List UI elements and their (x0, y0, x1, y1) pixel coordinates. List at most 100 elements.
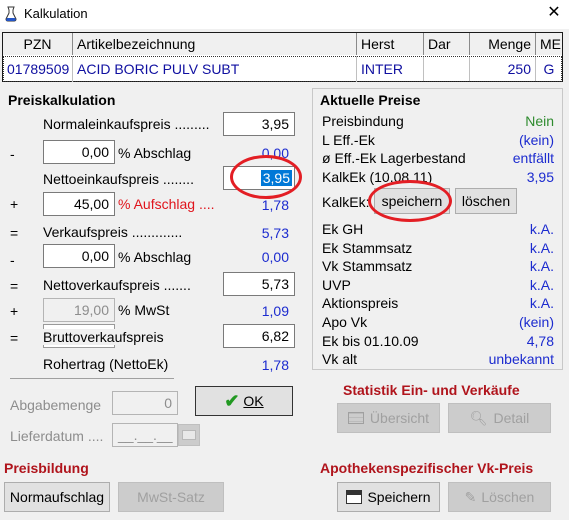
price-row: Preisbindung Nein (322, 112, 554, 131)
price-row: Apo Vk (kein) (322, 313, 554, 332)
price-value: (kein) (518, 131, 554, 148)
column-header-me[interactable]: ME (536, 33, 562, 55)
price-label: Vk alt (322, 351, 358, 368)
kalkek-label: KalkEk: (322, 194, 370, 210)
price-value: entfällt (512, 150, 554, 167)
abgabemenge-field: 0 (112, 391, 178, 415)
price-value: k.A. (529, 258, 554, 275)
price-value: k.A. (529, 239, 554, 256)
abschlag1-input[interactable]: 0,00 (43, 140, 115, 164)
netto-vk-label: Nettoverkaufspreis ....... (43, 277, 191, 293)
separator (10, 378, 174, 379)
price-value: 4,78 (526, 332, 554, 349)
price-value: (kein) (518, 313, 554, 330)
price-row: Ek bis 01.10.09 4,78 (322, 332, 554, 351)
price-row: L Eff.-Ek (kein) (322, 131, 554, 150)
price-value: Nein (525, 113, 554, 129)
column-header-dar[interactable]: Dar (424, 33, 470, 55)
rohertrag-value: 1,78 (261, 357, 289, 373)
app-icon (5, 6, 17, 22)
calendar-icon (178, 424, 200, 446)
vk-label: Verkaufspreis ............. (43, 224, 183, 240)
column-header-menge[interactable]: Menge (470, 33, 536, 55)
eraser-icon: ✎ (464, 488, 477, 505)
price-label: Apo Vk (322, 313, 368, 330)
price-label: Ek bis 01.10.09 (322, 332, 419, 349)
price-label: UVP (322, 276, 351, 293)
aufschlag-label: % Aufschlag .... (118, 196, 215, 212)
abschlag1-label: % Abschlag (118, 145, 192, 161)
equals-sign: = (10, 278, 19, 294)
checkmark-icon: ✔ (224, 390, 240, 411)
price-label: Vk Stammsatz (322, 258, 413, 275)
netto-ek-label: Nettoeinkaufspreis ........ (43, 171, 194, 187)
price-row: UVP k.A. (322, 276, 554, 295)
kalkek-delete-button[interactable]: löschen (455, 188, 517, 214)
price-row: Aktionspreis k.A. (322, 294, 554, 313)
detail-button: 🔍︎ Detail (448, 403, 551, 433)
price-row: ø Eff.-Ek Lagerbestand entfällt (322, 149, 554, 168)
price-value: 3,95 (526, 168, 554, 185)
save-icon (346, 490, 363, 504)
mwst-value: 1,09 (261, 303, 289, 319)
article-table: PZN Artikelbezeichnung Herst Dar Menge M… (2, 32, 563, 82)
section-title-statistik: Statistik Ein- und Verkäufe (343, 382, 520, 398)
price-value: unbekannt (488, 351, 554, 368)
abschlag2-value: 0,00 (261, 249, 289, 265)
mwst-input: 19,00 (43, 298, 115, 322)
brutto-field[interactable]: 6,82 (223, 324, 295, 348)
table-row-focus (3, 56, 562, 82)
price-value: k.A. (529, 295, 554, 312)
minus-sign: - (10, 252, 15, 268)
price-row: Vk Stammsatz k.A. (322, 257, 554, 276)
section-title-preiskalkulation: Preiskalkulation (8, 92, 116, 108)
price-row: Ek Stammsatz k.A. (322, 239, 554, 258)
equals-sign: = (10, 225, 19, 241)
magnifier-icon: 🔍︎ (469, 409, 488, 426)
highlight-circle (230, 155, 302, 199)
window-title: Kalkulation (24, 6, 88, 21)
mwst-label: % MwSt (118, 302, 170, 318)
price-label: L Eff.-Ek (322, 131, 375, 148)
column-header-pzn[interactable]: PZN (3, 33, 73, 55)
lieferdatum-field: __.__.__ (112, 423, 178, 447)
abschlag2-input[interactable]: 0,00 (43, 244, 115, 268)
brutto-label: Bruttoverkaufspreis (43, 329, 166, 345)
price-label: Preisbindung (322, 113, 404, 129)
normaufschlag-button[interactable]: Normaufschlag (4, 482, 110, 512)
equals-sign: = (10, 330, 19, 346)
prices-list-bottom: Ek GH k.A. Ek Stammsatz k.A. Vk Stammsatz k.A… (322, 220, 554, 369)
lieferdatum-label: Lieferdatum .... (10, 428, 104, 444)
section-title-apotheke: Apothekenspezifischer Vk-Preis (320, 460, 534, 476)
normal-ek-label: Normaleinkaufspreis ......... (43, 116, 210, 132)
vk-value: 5,73 (261, 225, 289, 241)
price-row: Ek GH k.A. (322, 220, 554, 239)
abschlag2-label: % Abschlag (118, 249, 192, 265)
column-header-herst[interactable]: Herst (357, 33, 424, 55)
highlight-circle (368, 180, 452, 222)
price-label: Aktionspreis (322, 295, 399, 312)
price-row: Vk alt unbekannt (322, 350, 554, 369)
minus-sign: - (10, 146, 15, 162)
section-title-aktuelle-preise: Aktuelle Preise (320, 92, 421, 108)
price-label: Ek GH (322, 221, 364, 237)
aufschlag-input[interactable]: 45,00 (43, 192, 115, 216)
price-row: KalkEk (10.08.11) 3,95 (322, 168, 554, 187)
plus-sign: + (10, 196, 19, 212)
table-icon (347, 412, 364, 424)
price-value: k.A. (529, 276, 554, 293)
section-title-preisbildung: Preisbildung (4, 460, 89, 476)
normal-ek-field[interactable]: 3,95 (223, 112, 295, 136)
apotheke-save-button[interactable]: Speichern (337, 482, 440, 512)
price-label: ø Eff.-Ek Lagerbestand (322, 150, 466, 167)
prices-list-top: Preisbindung Nein L Eff.-Ek (kein) ø Eff.-Ek… (322, 112, 554, 186)
plus-sign: + (10, 303, 19, 319)
uebersicht-button: Übersicht (337, 403, 440, 433)
column-header-artikel[interactable]: Artikelbezeichnung (73, 33, 357, 55)
rohertrag-label: Rohertrag (NettoEk) (43, 356, 169, 372)
mwst-satz-button: MwSt-Satz (118, 482, 224, 512)
netto-vk-field[interactable]: 5,73 (223, 272, 295, 296)
apotheke-delete-button: ✎ Löschen (448, 482, 551, 512)
close-icon[interactable]: ✕ (544, 3, 564, 23)
ok-button[interactable]: ✔ OK (195, 386, 293, 416)
